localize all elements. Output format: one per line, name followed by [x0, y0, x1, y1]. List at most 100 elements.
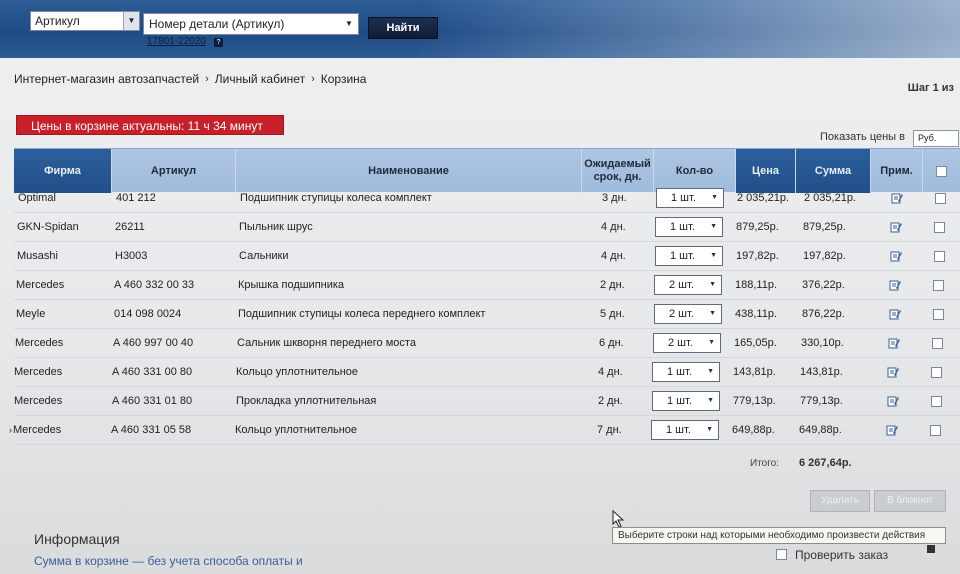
chevron-down-icon: ▼: [340, 14, 358, 34]
search-button[interactable]: Найти: [368, 17, 438, 39]
cell-price: 438,11р.: [735, 308, 778, 320]
total-value: 6 267,64р.: [799, 457, 852, 469]
check-order-checkbox[interactable]: [776, 549, 787, 560]
info-title: Информация: [34, 531, 120, 547]
cell-firm: Mercedes: [14, 366, 63, 378]
edit-note-icon[interactable]: [891, 192, 903, 204]
currency-select[interactable]: Руб.: [913, 130, 959, 147]
help-icon[interactable]: ?: [214, 38, 223, 47]
cell-firm: Mercedes: [13, 424, 62, 436]
quantity-select[interactable]: 2 шт. ▼: [653, 333, 721, 353]
quantity-select[interactable]: 2 шт. ▼: [654, 304, 722, 324]
cell-price: 649,88р.: [732, 424, 775, 436]
cell-price: 165,05р.: [734, 337, 777, 349]
cell-firm: GKN-Spidan: [17, 221, 79, 233]
quantity-value: 2 шт.: [668, 337, 693, 349]
table-row[interactable]: Mercedes A 460 997 00 40 Сальник шкворня п…: [14, 329, 960, 358]
cell-sum: 779,13р.: [800, 395, 843, 407]
quantity-select[interactable]: 1 шт. ▼: [652, 391, 720, 411]
cell-sum: 197,82р.: [803, 250, 846, 262]
cell-sum: 879,25р.: [803, 221, 846, 233]
cell-term: 4 дн.: [601, 250, 626, 262]
quantity-select[interactable]: 1 шт. ▼: [656, 188, 724, 208]
row-checkbox[interactable]: [931, 367, 942, 378]
row-checkbox[interactable]: [933, 309, 944, 320]
chevron-down-icon: ▼: [123, 12, 139, 30]
currency-label: Показать цены в: [820, 131, 905, 143]
row-checkbox[interactable]: [934, 222, 945, 233]
select-all-checkbox[interactable]: [936, 165, 947, 177]
edit-note-icon[interactable]: [887, 395, 899, 407]
edit-note-icon[interactable]: [889, 308, 901, 320]
quantity-value: 2 шт.: [669, 308, 694, 320]
quantity-select[interactable]: 1 шт. ▼: [655, 246, 723, 266]
search-type-select[interactable]: Артикул ▼: [30, 11, 140, 31]
check-order-label[interactable]: Проверить заказ: [795, 548, 888, 562]
cell-price: 188,11р.: [735, 279, 778, 291]
cell-term: 3 дн.: [602, 192, 627, 204]
cell-sum: 2 035,21р.: [804, 192, 856, 204]
table-row[interactable]: Mercedes A 460 331 00 80 Кольцо уплотнител…: [14, 358, 960, 387]
cell-name: Сальник шкворня переднего моста: [237, 337, 416, 349]
edit-note-icon[interactable]: [889, 279, 901, 291]
edit-note-icon[interactable]: [886, 424, 898, 436]
quantity-select[interactable]: 1 шт. ▼: [655, 217, 723, 237]
table-row[interactable]: Mercedes A 460 331 01 80 Прокладка уплотни…: [14, 387, 960, 416]
info-marker-icon: [927, 545, 935, 553]
cell-price: 879,25р.: [736, 221, 779, 233]
breadcrumb-item-shop[interactable]: Интернет-магазин автозапчастей: [14, 72, 199, 86]
breadcrumb-item-account[interactable]: Личный кабинет: [215, 72, 305, 86]
cell-name: Сальники: [239, 250, 289, 262]
quantity-select[interactable]: 1 шт. ▼: [651, 420, 719, 440]
cell-firm: Meyle: [16, 308, 46, 320]
chevron-down-icon: ▼: [710, 252, 717, 259]
breadcrumb-separator: ›: [311, 73, 315, 85]
chevron-down-icon: ▼: [708, 339, 715, 346]
edit-note-icon[interactable]: [890, 221, 902, 233]
quantity-value: 1 шт.: [671, 192, 696, 204]
cell-article: A 460 332 00 33: [114, 279, 195, 291]
cell-firm: Mercedes: [15, 337, 64, 349]
cell-term: 5 дн.: [600, 308, 625, 320]
cell-price: 143,81р.: [733, 366, 776, 378]
quantity-value: 1 шт.: [670, 250, 695, 262]
search-field-select[interactable]: Номер детали (Артикул) ▼: [143, 13, 359, 35]
table-row[interactable]: Mercedes A 460 331 05 58 Кольцо уплотнител…: [9, 416, 960, 445]
chevron-down-icon: ▼: [706, 426, 713, 433]
table-row[interactable]: GKN-Spidan 26211 Пыльник шрус 4 дн. 879,25р.…: [14, 213, 960, 242]
row-checkbox[interactable]: [931, 396, 942, 407]
edit-note-icon[interactable]: [890, 250, 902, 262]
row-checkbox[interactable]: [933, 280, 944, 291]
breadcrumb-separator: ›: [205, 73, 209, 85]
cell-article: 401 212: [116, 192, 156, 204]
edit-note-icon[interactable]: [887, 366, 899, 378]
to-notepad-button[interactable]: В блокнот: [874, 490, 946, 512]
cell-firm: Optimal: [18, 192, 56, 204]
table-row[interactable]: Musashi H3003 Сальники 4 дн. 197,82р. 197,82р…: [14, 242, 960, 271]
delete-button[interactable]: Удалить: [810, 490, 870, 512]
table-row[interactable]: Optimal 401 212 Подшипник ступицы колеса к…: [14, 184, 960, 213]
cell-article: 26211: [115, 221, 145, 233]
row-checkbox[interactable]: [932, 338, 943, 349]
quantity-select[interactable]: 1 шт. ▼: [652, 362, 720, 382]
cell-price: 2 035,21р.: [737, 192, 789, 204]
currency-value: Руб.: [918, 133, 937, 143]
step-indicator: Шаг 1 из: [907, 82, 954, 94]
cell-firm: Musashi: [17, 250, 58, 262]
row-checkbox[interactable]: [935, 193, 946, 204]
edit-note-icon[interactable]: [888, 337, 900, 349]
cell-article: A 460 331 01 80: [112, 395, 193, 407]
quantity-select[interactable]: 2 шт. ▼: [654, 275, 722, 295]
cell-term: 4 дн.: [598, 366, 623, 378]
cell-name: Подшипник ступицы колеса комплект: [240, 192, 432, 204]
search-field-value: Номер детали (Артикул): [149, 17, 285, 31]
cell-firm: Mercedes: [14, 395, 63, 407]
table-row[interactable]: Mercedes A 460 332 00 33 Крышка подшипника…: [14, 271, 960, 300]
top-search-bar: Артикул ▼ Номер детали (Артикул) ▼ Найти…: [0, 0, 960, 58]
cell-price: 197,82р.: [736, 250, 779, 262]
row-checkbox[interactable]: [934, 251, 945, 262]
table-row[interactable]: Meyle 014 098 0024 Подшипник ступицы колес…: [14, 300, 960, 329]
row-checkbox[interactable]: [930, 425, 941, 436]
chevron-down-icon: ▼: [710, 223, 717, 230]
example-article-link[interactable]: 17801-22020: [147, 36, 206, 47]
